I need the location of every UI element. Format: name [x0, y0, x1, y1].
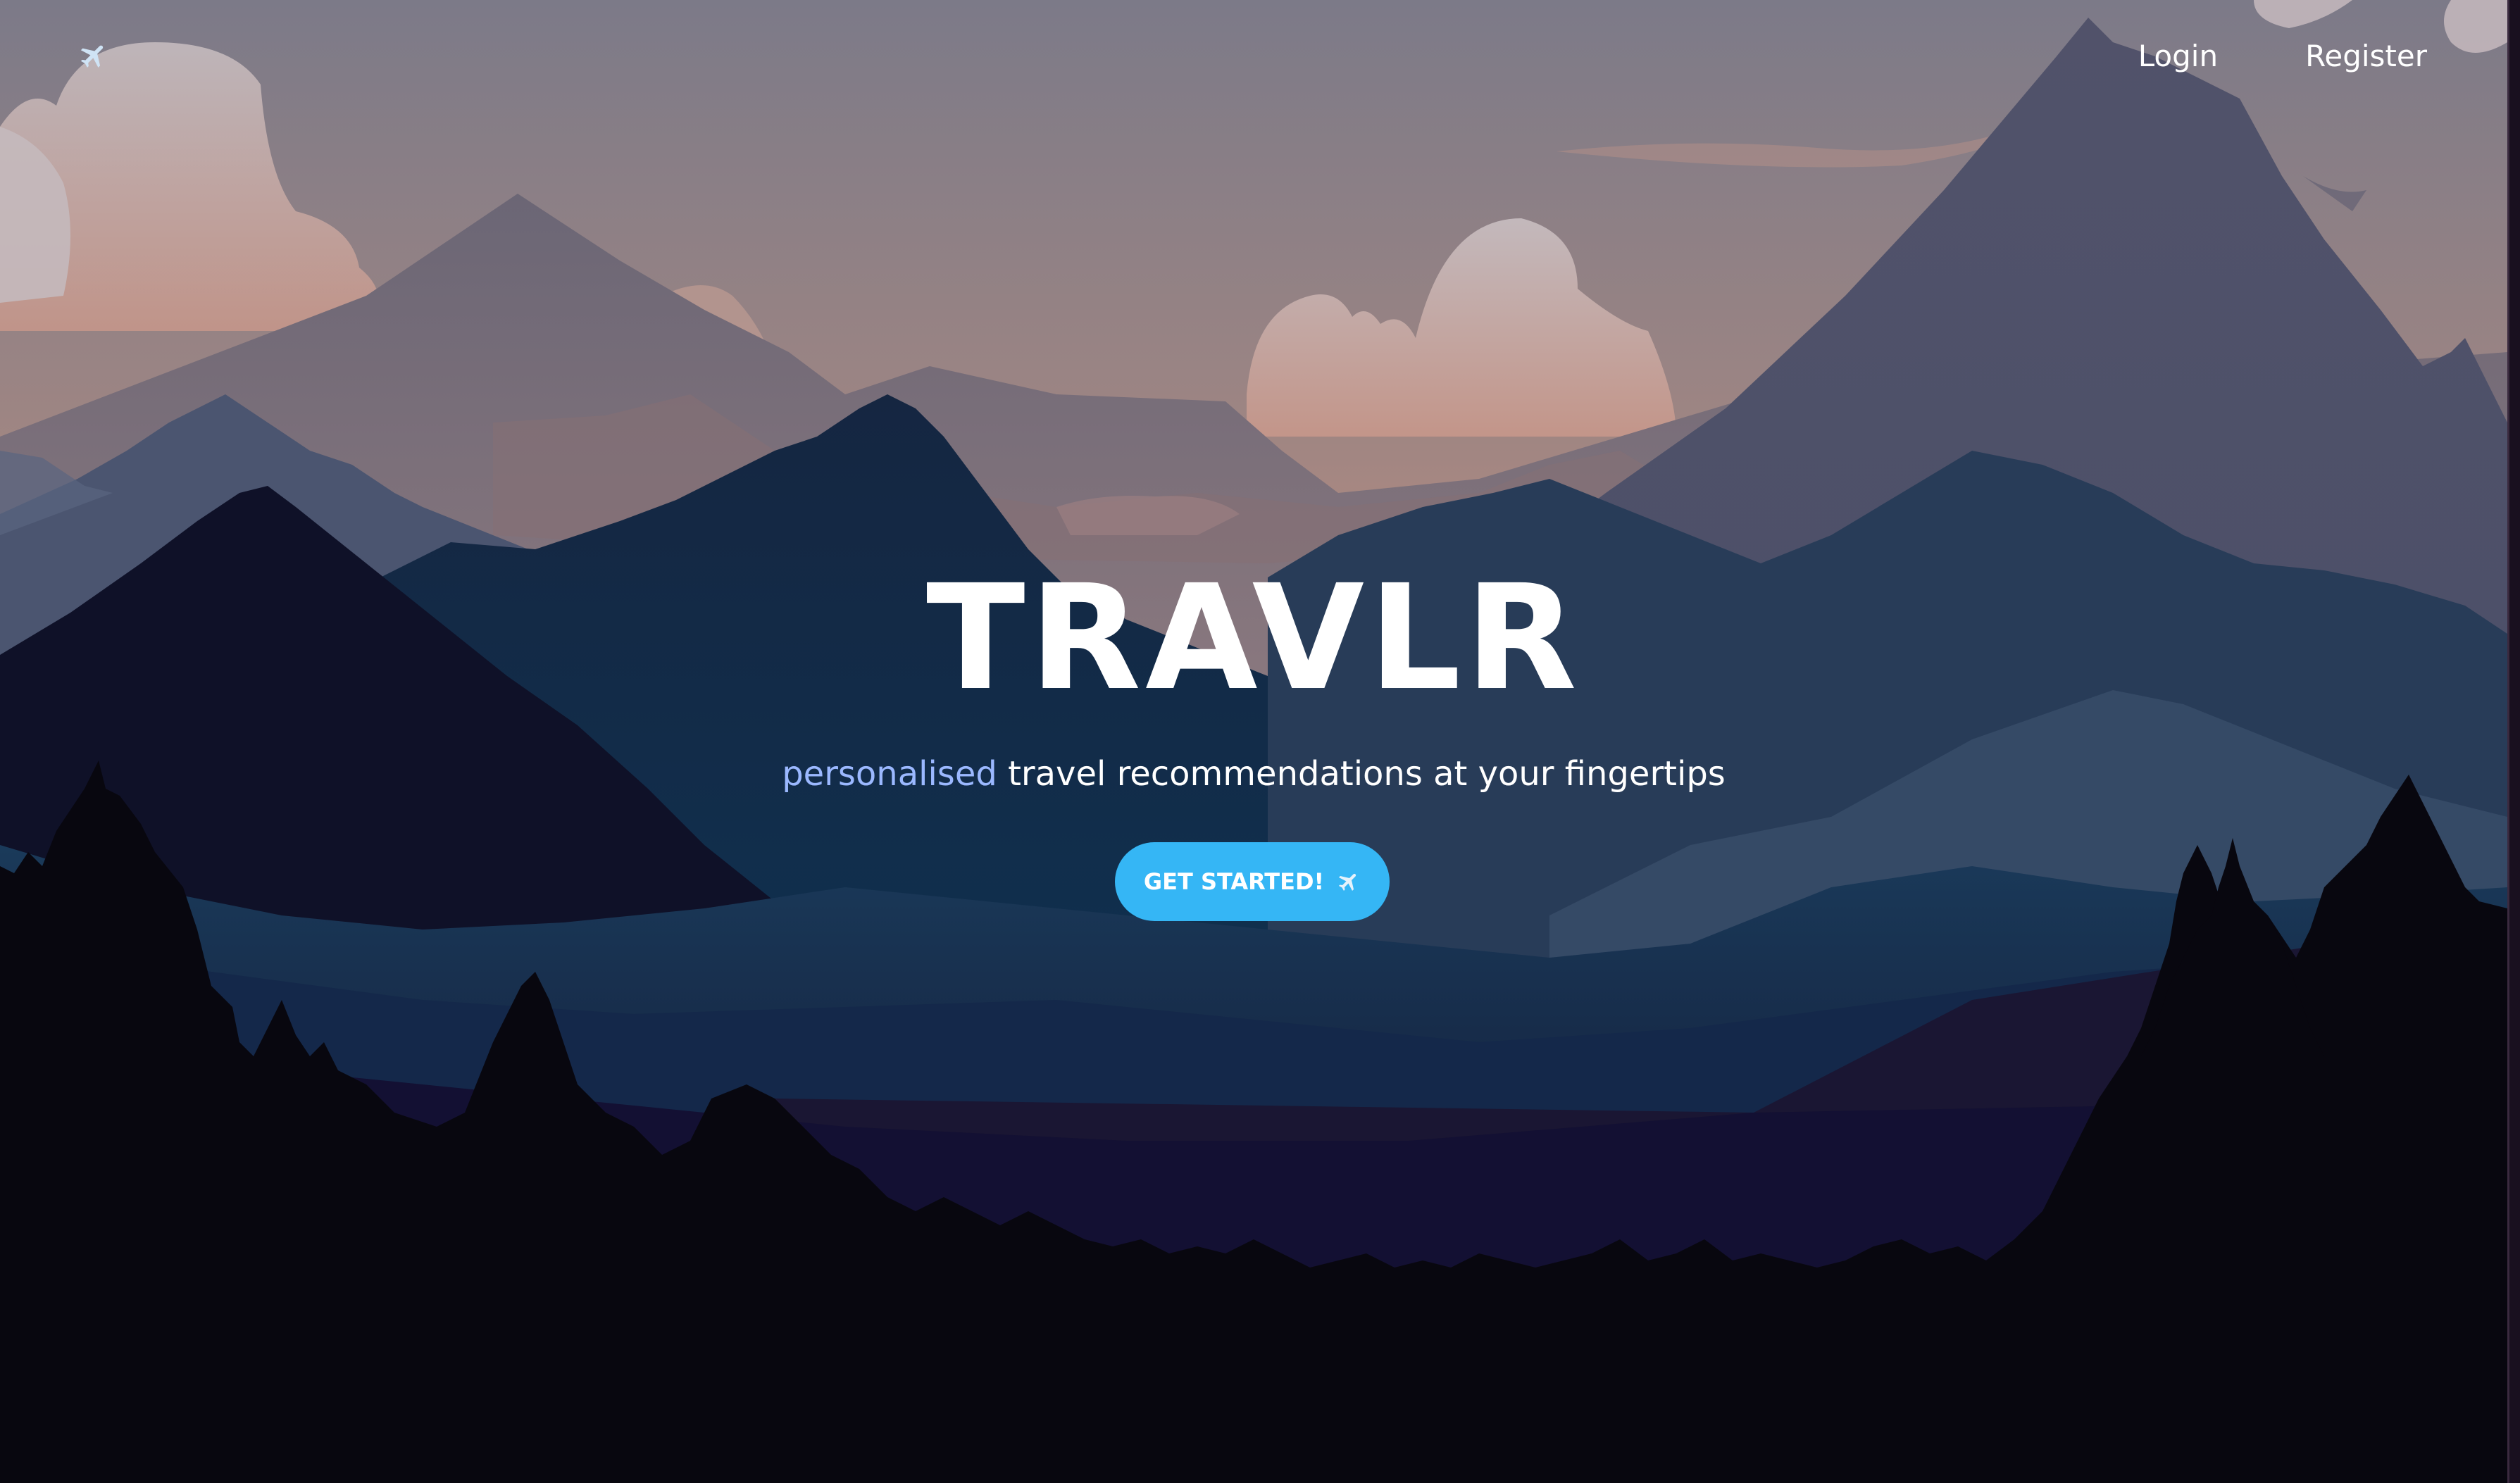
get-started-label: GET STARTED! — [1143, 868, 1325, 895]
subtitle-accent-word: personalised — [782, 754, 997, 794]
login-link[interactable]: Login — [2138, 37, 2218, 76]
hero-title: TRAVLR — [926, 553, 1581, 722]
vertical-scrollbar[interactable] — [2507, 0, 2520, 1483]
register-link[interactable]: Register — [2305, 37, 2427, 76]
subtitle-text: travel recommendations at your fingertip… — [997, 754, 1726, 794]
get-started-button[interactable]: GET STARTED! — [1115, 842, 1390, 921]
mountain-landscape-background — [0, 0, 2507, 1483]
home-logo[interactable] — [76, 38, 111, 73]
top-nav: Login Register — [2138, 37, 2427, 76]
landing-page: Login Register TRAVLR personalised trave… — [0, 0, 2520, 1483]
airplane-icon — [80, 45, 104, 68]
airplane-icon — [1339, 873, 1356, 891]
hero-subtitle: personalised travel recommendations at y… — [0, 751, 2507, 797]
